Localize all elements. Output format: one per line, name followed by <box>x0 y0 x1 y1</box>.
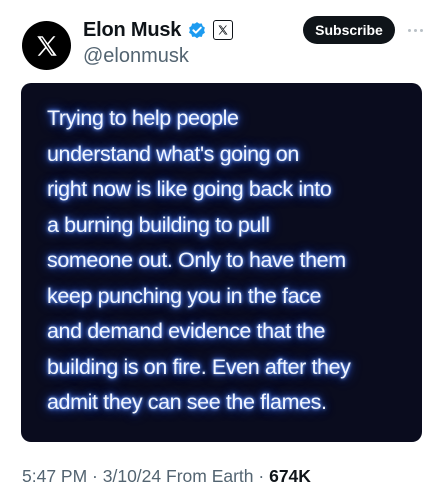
quote-line: a burning building to pull <box>47 212 270 237</box>
more-dot <box>407 28 411 32</box>
more-dot <box>419 28 423 32</box>
author-handle[interactable]: @elonmusk <box>83 45 189 68</box>
author-name-row: Elon Musk <box>83 17 234 43</box>
author-display-name[interactable]: Elon Musk <box>83 19 181 42</box>
quote-line: right now is like going back into <box>47 177 332 201</box>
subscribe-button[interactable]: Subscribe <box>303 16 395 44</box>
more-options-icon[interactable] <box>403 22 427 38</box>
tweet-source: From Earth <box>161 466 254 486</box>
quote-line: someone out. Only to have them <box>47 248 346 272</box>
avatar[interactable] <box>22 21 71 70</box>
meta-separator: · <box>87 466 103 486</box>
x-affiliate-badge-icon[interactable] <box>213 20 234 40</box>
tweet-meta: 5:47 PM · 3/10/24 From Earth · 674K <box>22 466 311 487</box>
quote-line: admit they can see the flames. <box>47 390 327 414</box>
tweet-date[interactable]: 3/10/24 <box>103 466 161 486</box>
quote-line: Trying to help people <box>47 106 239 130</box>
quote-line: keep punching you in the face <box>47 283 322 308</box>
view-count[interactable]: 674K <box>269 466 311 486</box>
verified-badge-icon[interactable] <box>187 20 207 40</box>
media-quote-text: Trying to help people understand what's … <box>47 101 417 421</box>
tweet-media-image[interactable]: Trying to help people understand what's … <box>21 83 422 442</box>
x-logo-icon <box>36 35 57 56</box>
tweet-time[interactable]: 5:47 PM <box>22 466 87 486</box>
tweet: Elon Musk @elonmusk Subscribe Trying to … <box>0 0 443 500</box>
meta-separator: · <box>253 466 270 486</box>
quote-line: and demand evidence that the <box>47 319 326 343</box>
more-dot <box>413 28 417 32</box>
quote-line: building is on fire. Even after they <box>47 354 351 379</box>
quote-line: understand what's going on <box>47 141 299 166</box>
